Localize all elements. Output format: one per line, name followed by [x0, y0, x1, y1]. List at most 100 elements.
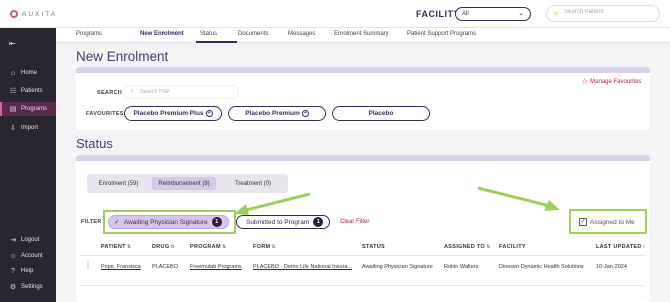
add-icon: +: [205, 110, 213, 117]
tab-documents[interactable]: Documents: [238, 31, 268, 37]
sidebar-item-home[interactable]: ⌂ Home: [0, 66, 56, 80]
column-label: FACILITY: [499, 244, 526, 250]
manage-favourites-label: Manage Favourites: [590, 78, 642, 85]
filter-count-badge: 1: [313, 217, 324, 227]
cell-drug: PLACEBO: [152, 264, 178, 270]
sort-icon: ⇅: [221, 244, 227, 250]
column-header-patient[interactable]: PATIENT⇅: [101, 244, 131, 250]
tab-patient-support-programs[interactable]: Patient Support Programs: [407, 31, 476, 37]
status-heading: Status: [76, 136, 113, 151]
collapse-sidebar-icon[interactable]: ⇤: [9, 39, 16, 48]
sidebar-item-settings[interactable]: ⚙ Settings: [0, 280, 56, 294]
panel-header-bar: [76, 155, 650, 161]
column-label: PATIENT: [101, 244, 126, 250]
clear-filter-link[interactable]: Clear Filter: [340, 219, 369, 225]
column-header-last-updated[interactable]: LAST UPDATED↕: [596, 244, 645, 250]
sidebar-item-label: Home: [21, 70, 38, 76]
sort-icon: ⇅: [486, 244, 491, 250]
tab-enrolment-summary[interactable]: Enrolment Summary: [334, 31, 389, 37]
cell-program[interactable]: Freemulab Programs: [190, 264, 242, 270]
column-header-status: STATUS: [362, 244, 385, 250]
active-tab-indicator: [196, 41, 237, 43]
tab-messages[interactable]: Messages: [288, 31, 315, 37]
segment-enrolment[interactable]: Enrolment (59): [91, 177, 146, 190]
sort-icon: ⇅: [170, 244, 175, 250]
table-divider: [80, 285, 646, 286]
sidebar-item-label: Import: [21, 125, 39, 131]
sidebar-item-import[interactable]: ⇩ Import: [0, 121, 56, 135]
cell-assigned-to: Robin Walters: [444, 264, 479, 270]
top-bar: AUXITA FACILITY All ⌄ ⌕: [0, 0, 670, 28]
sidebar-item-label: Settings: [21, 284, 43, 290]
filter-label: FILTER: [81, 219, 102, 225]
row-actions-icon[interactable]: ⋮: [84, 262, 92, 270]
column-header-assigned-to[interactable]: ASSIGNED TO⇅: [444, 244, 491, 250]
patient-search-input[interactable]: [564, 9, 654, 15]
search-icon: ⌕: [554, 9, 559, 18]
cell-last-updated: 10-Jan-2024: [596, 264, 627, 270]
sidebar: ⇤ ⌂ Home ☷ Patients ▤ Programs ⇩ Import …: [0, 28, 56, 302]
checkbox-checked-icon[interactable]: ✓: [579, 218, 587, 226]
help-icon: ?: [11, 267, 15, 275]
search-icon: ⌕: [130, 88, 134, 95]
segment-treatment[interactable]: Treatment (0): [222, 177, 284, 190]
psp-search[interactable]: ⌕: [123, 85, 239, 99]
column-label: STATUS: [362, 244, 385, 250]
logo-text: AUXITA: [22, 10, 57, 18]
assigned-to-me-toggle[interactable]: ✓ Assigned to Me: [572, 212, 646, 232]
column-header-facility: FACILITY: [499, 244, 526, 250]
favourite-placebo-premium-button[interactable]: Placebo Premium +: [228, 106, 326, 121]
column-label: DRUG: [152, 244, 170, 250]
filter-label-text: Awaiting Physician Signature: [123, 218, 208, 226]
sidebar-item-programs[interactable]: ▤ Programs: [0, 102, 56, 116]
favourite-placebo-button[interactable]: Placebo: [332, 106, 430, 121]
assigned-to-me-label: Assigned to Me: [590, 218, 635, 226]
cell-patient[interactable]: Pope, Fransisca: [101, 264, 141, 270]
sidebar-item-label: Programs: [21, 106, 48, 112]
table-divider: [80, 255, 646, 256]
patients-icon: ☷: [9, 88, 17, 95]
sidebar-item-logout[interactable]: ⇥ Logout: [0, 233, 56, 247]
star-icon: ☆: [581, 77, 589, 86]
chevron-down-icon: ⌄: [518, 10, 524, 17]
favourite-label: Placebo Premium Plus: [133, 110, 204, 117]
favourite-label: Placebo Premium: [245, 110, 300, 117]
search-label: SEARCH: [97, 90, 123, 96]
facility-select[interactable]: All ⌄: [455, 7, 531, 21]
check-icon: ✓: [114, 219, 120, 226]
add-icon: +: [301, 110, 309, 117]
sort-icon: ⇅: [271, 244, 276, 250]
tab-new-enrolment[interactable]: New Enrolment: [140, 31, 184, 37]
sort-icon: ⇅: [126, 244, 132, 250]
column-header-form[interactable]: FORM⇅: [253, 244, 276, 250]
annotation-arrow: [234, 192, 311, 215]
filter-awaiting-physician-signature[interactable]: ✓ Awaiting Physician Signature 1: [108, 215, 229, 229]
logout-icon: ⇥: [10, 237, 16, 244]
annotation-arrow: [477, 186, 560, 211]
patient-search[interactable]: ⌕: [546, 5, 660, 22]
home-icon: ⌂: [10, 69, 16, 77]
page-title: New Enrolment: [76, 49, 169, 64]
column-label: LAST UPDATED: [596, 244, 642, 250]
settings-icon: ⚙: [9, 284, 17, 291]
column-header-program[interactable]: PROGRAM⇅: [190, 244, 226, 250]
psp-search-input[interactable]: [140, 89, 235, 95]
manage-favourites-link[interactable]: ☆ Manage Favourites: [581, 77, 642, 86]
filter-label-text: Submitted to Program: [246, 218, 310, 226]
facility-label: FACILITY: [416, 9, 460, 19]
column-header-drug[interactable]: DRUG⇅: [152, 244, 175, 250]
column-label: FORM: [253, 244, 271, 250]
logo-icon: [10, 10, 18, 18]
sidebar-item-help[interactable]: ? Help: [0, 264, 56, 278]
logo: AUXITA: [10, 10, 57, 18]
cell-form[interactable]: PLACEBO - Demo Life National Insura...: [253, 264, 352, 270]
programs-icon: ▤: [9, 106, 17, 113]
tab-programs[interactable]: Programs: [76, 31, 102, 37]
sidebar-item-account[interactable]: ☺ Account: [0, 249, 56, 263]
tab-bar: Programs › New Enrolment Status Document…: [56, 28, 670, 43]
sidebar-item-patients[interactable]: ☷ Patients: [0, 84, 56, 98]
segment-reimbursement[interactable]: Reimbursement (8): [152, 177, 216, 190]
tab-status[interactable]: Status: [200, 31, 217, 37]
filter-count-badge: 1: [211, 217, 222, 227]
favourite-placebo-premium-plus-button[interactable]: Placebo Premium Plus +: [124, 106, 222, 121]
